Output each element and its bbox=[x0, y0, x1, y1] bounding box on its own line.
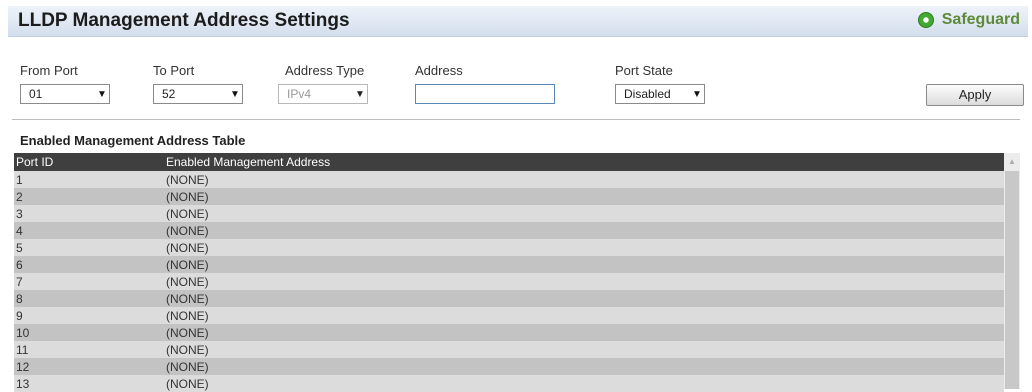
port-id-cell: 6 bbox=[16, 257, 23, 272]
port-state-select[interactable]: Disabled ▼ bbox=[615, 84, 705, 104]
from-port-select[interactable]: 01 ▼ bbox=[20, 84, 110, 104]
chevron-down-icon: ▼ bbox=[355, 88, 365, 100]
port-id-cell: 3 bbox=[16, 206, 23, 221]
to-port-select[interactable]: 52 ▼ bbox=[153, 84, 243, 104]
address-cell: (NONE) bbox=[166, 274, 209, 289]
address-cell: (NONE) bbox=[166, 189, 209, 204]
table-row: 11 (NONE) bbox=[14, 341, 1004, 358]
port-id-cell: 5 bbox=[16, 240, 23, 255]
scroll-up-icon[interactable]: ▲ bbox=[1004, 153, 1020, 171]
column-header-address: Enabled Management Address bbox=[166, 155, 331, 169]
port-state-label: Port State bbox=[615, 63, 673, 78]
address-cell: (NONE) bbox=[166, 359, 209, 374]
address-cell: (NONE) bbox=[166, 376, 209, 391]
address-cell: (NONE) bbox=[166, 325, 209, 340]
port-id-cell: 2 bbox=[16, 189, 23, 204]
scrollbar-thumb[interactable] bbox=[1005, 171, 1019, 389]
table-row: 13 (NONE) bbox=[14, 375, 1004, 392]
table-row: 12 (NONE) bbox=[14, 358, 1004, 375]
address-cell: (NONE) bbox=[166, 342, 209, 357]
title-bar: LLDP Management Address Settings Safegua… bbox=[8, 6, 1028, 37]
chevron-down-icon: ▼ bbox=[230, 88, 240, 100]
chevron-down-icon: ▼ bbox=[97, 88, 107, 100]
table-row: 3 (NONE) bbox=[14, 205, 1004, 222]
safeguard-indicator[interactable]: Safeguard bbox=[917, 11, 1020, 29]
port-id-cell: 12 bbox=[16, 359, 30, 374]
table-header: Port ID Enabled Management Address bbox=[14, 153, 1004, 171]
address-cell: (NONE) bbox=[166, 291, 209, 306]
address-cell: (NONE) bbox=[166, 172, 209, 187]
table-scrollbar[interactable]: ▲ bbox=[1004, 153, 1020, 389]
table-row: 1 (NONE) bbox=[14, 171, 1004, 188]
safeguard-status-icon bbox=[917, 12, 934, 28]
table-title: Enabled Management Address Table bbox=[20, 133, 246, 148]
address-cell: (NONE) bbox=[166, 223, 209, 238]
table-row: 4 (NONE) bbox=[14, 222, 1004, 239]
port-state-value: Disabled bbox=[624, 87, 671, 101]
table-row: 2 (NONE) bbox=[14, 188, 1004, 205]
port-id-cell: 11 bbox=[16, 342, 29, 357]
management-address-table: Port ID Enabled Management Address 1 (NON… bbox=[14, 153, 1004, 392]
address-cell: (NONE) bbox=[166, 206, 209, 221]
table-row: 5 (NONE) bbox=[14, 239, 1004, 256]
to-port-label: To Port bbox=[153, 63, 195, 78]
table-row: 9 (NONE) bbox=[14, 307, 1004, 324]
address-input[interactable] bbox=[415, 84, 555, 104]
from-port-label: From Port bbox=[20, 63, 78, 78]
chevron-down-icon: ▼ bbox=[692, 88, 702, 100]
column-header-port-id: Port ID bbox=[16, 155, 54, 169]
safeguard-label: Safeguard bbox=[941, 11, 1020, 28]
from-port-value: 01 bbox=[29, 87, 43, 101]
to-port-value: 52 bbox=[162, 87, 176, 101]
port-id-cell: 13 bbox=[16, 376, 30, 391]
port-id-cell: 4 bbox=[16, 223, 23, 238]
address-type-value: IPv4 bbox=[287, 87, 312, 101]
table-row: 8 (NONE) bbox=[14, 290, 1004, 307]
table-row: 6 (NONE) bbox=[14, 256, 1004, 273]
port-id-cell: 10 bbox=[16, 325, 30, 340]
address-type-label: Address Type bbox=[285, 63, 365, 78]
page-title: LLDP Management Address Settings bbox=[18, 10, 350, 31]
port-id-cell: 9 bbox=[16, 308, 23, 323]
address-label: Address bbox=[415, 63, 463, 78]
table-row: 7 (NONE) bbox=[14, 273, 1004, 290]
address-cell: (NONE) bbox=[166, 257, 209, 272]
port-id-cell: 7 bbox=[16, 274, 23, 289]
table-row: 10 (NONE) bbox=[14, 324, 1004, 341]
divider bbox=[12, 119, 1020, 120]
address-type-select[interactable]: IPv4 ▼ bbox=[278, 84, 368, 104]
apply-button[interactable]: Apply bbox=[926, 84, 1024, 106]
address-cell: (NONE) bbox=[166, 308, 209, 323]
address-cell: (NONE) bbox=[166, 240, 209, 255]
port-id-cell: 1 bbox=[16, 172, 23, 187]
port-id-cell: 8 bbox=[16, 291, 23, 306]
